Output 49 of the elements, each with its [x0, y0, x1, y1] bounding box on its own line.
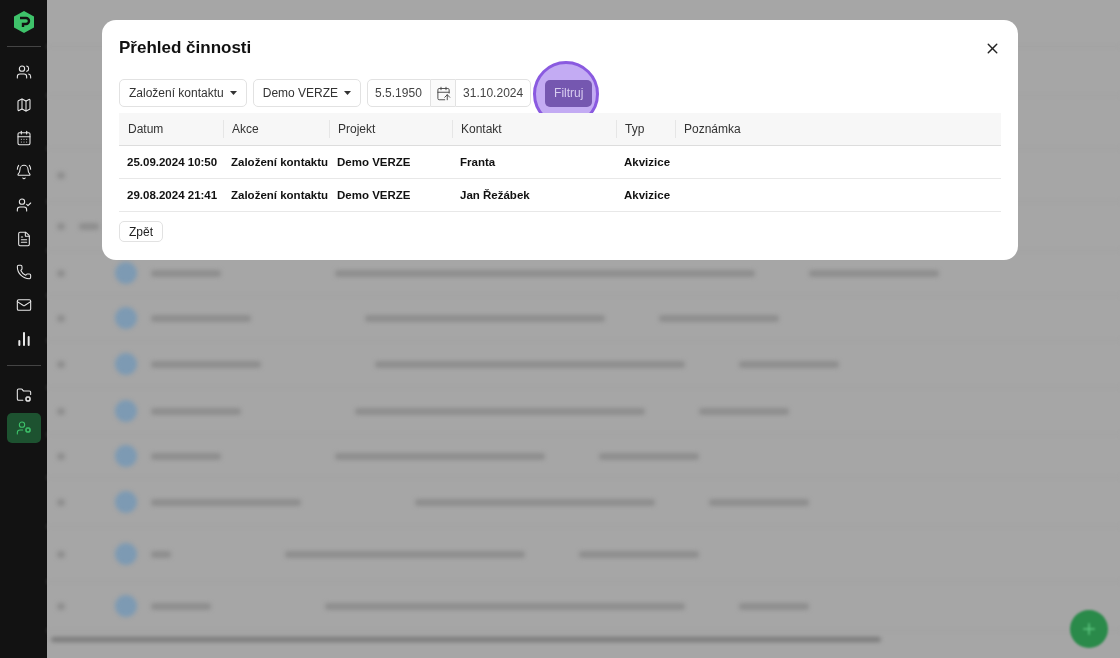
- plus-icon: [1080, 620, 1098, 638]
- avatar: [115, 307, 137, 329]
- table-cell: 25.09.2024 10:50: [119, 146, 223, 179]
- phone-icon: [15, 263, 32, 280]
- column-header: Projekt: [329, 113, 452, 146]
- mail-icon: [15, 297, 32, 314]
- table-cell: Založení kontaktu: [223, 179, 329, 212]
- table-cell: Franta: [452, 146, 616, 179]
- table-cell: 29.08.2024 21:41: [119, 179, 223, 212]
- table-cell: Akvizice: [616, 179, 675, 212]
- action-dropdown[interactable]: Založení kontaktu: [119, 79, 247, 107]
- filter-button[interactable]: Filtruj: [545, 79, 593, 107]
- bell-icon: [15, 163, 32, 180]
- caret-icon: [344, 91, 352, 95]
- column-header: Akce: [223, 113, 329, 146]
- bar-chart-icon: [15, 330, 32, 347]
- avatar: [115, 262, 137, 284]
- map-icon: [15, 97, 32, 114]
- back-button[interactable]: Zpět: [119, 221, 163, 242]
- calendar-button[interactable]: [431, 79, 456, 107]
- user-check-icon: [15, 197, 32, 214]
- avatar: [115, 445, 137, 467]
- column-header: Kontakt: [452, 113, 616, 146]
- dialog-title: Přehled činnosti: [119, 38, 252, 58]
- calendar-icon: [435, 85, 451, 101]
- column-header: Poznámka: [675, 113, 1001, 146]
- table-cell: Akvizice: [616, 146, 675, 179]
- table-cell: Jan Řežábek: [452, 179, 616, 212]
- logo[interactable]: [11, 10, 36, 34]
- calendar-icon: [15, 130, 32, 147]
- avatar: [115, 543, 137, 565]
- avatar: [115, 491, 137, 513]
- column-header: Typ: [616, 113, 675, 146]
- document-icon: [15, 230, 32, 247]
- table-cell: Demo VERZE: [329, 179, 452, 212]
- table-cell: Založení kontaktu: [223, 146, 329, 179]
- project-dropdown[interactable]: Demo VERZE: [252, 79, 362, 107]
- date-to-field[interactable]: 31.10.2024: [455, 79, 532, 107]
- sidebar-button[interactable]: [6, 413, 41, 444]
- user-gear-icon: [15, 420, 32, 437]
- date-from-field[interactable]: 5.5.1950: [367, 79, 432, 107]
- table-cell: Demo VERZE: [329, 146, 452, 179]
- avatar: [115, 400, 137, 422]
- avatar: [115, 595, 137, 617]
- folder-gear-icon: [15, 387, 32, 404]
- users-icon: [15, 63, 32, 80]
- caret-icon: [229, 91, 237, 95]
- column-header: Datum: [119, 113, 223, 146]
- avatar: [115, 353, 137, 375]
